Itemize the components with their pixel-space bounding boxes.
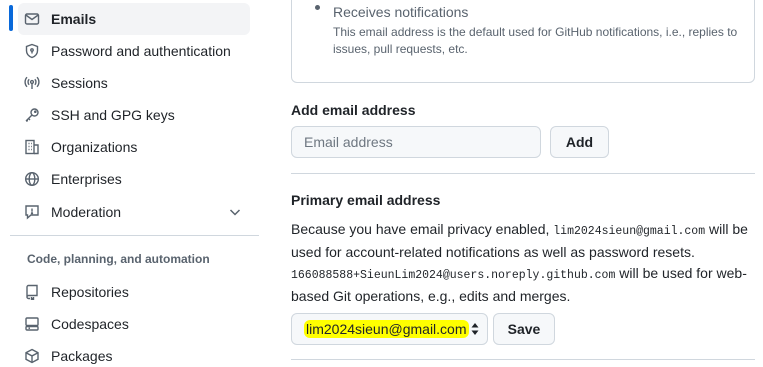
sidebar-item-password-authentication[interactable]: Password and authentication <box>18 35 250 67</box>
primary-email-select[interactable]: lim2024sieun@gmail.com <box>291 313 488 345</box>
active-indicator <box>9 5 13 31</box>
email-address-input[interactable] <box>291 126 541 158</box>
section-heading: Code, planning, and automation <box>27 252 210 266</box>
package-icon <box>24 348 40 364</box>
globe-icon <box>24 171 40 187</box>
receives-notifications-label: Receives notifications <box>333 4 469 20</box>
section-divider <box>291 173 755 174</box>
sidebar-item-label: SSH and GPG keys <box>51 107 175 123</box>
sidebar-item-organizations[interactable]: Organizations <box>18 131 250 163</box>
repo-icon <box>24 284 40 300</box>
sidebar-item-emails[interactable]: Emails <box>18 3 250 35</box>
description-text: Because you have email privacy enabled, <box>291 221 554 237</box>
primary-email-description: Because you have email privacy enabled, … <box>291 219 751 307</box>
bullet <box>315 5 320 10</box>
codespaces-icon <box>24 316 40 332</box>
section-divider <box>291 359 755 360</box>
organization-icon <box>24 139 40 155</box>
sidebar-item-label: Repositories <box>51 284 129 300</box>
noreply-email-code: 166088588+SieunLim2024@users.noreply.git… <box>291 269 616 282</box>
sidebar-item-repositories[interactable]: Repositories <box>18 276 250 308</box>
private-email-code: lim2024sieun@gmail.com <box>553 225 706 238</box>
email-address-card: Receives notifications This email addres… <box>291 0 755 83</box>
sidebar-item-ssh-gpg-keys[interactable]: SSH and GPG keys <box>18 99 250 131</box>
primary-email-heading: Primary email address <box>291 192 441 208</box>
sidebar-item-enterprises[interactable]: Enterprises <box>18 163 250 195</box>
sidebar-divider <box>10 235 259 236</box>
sidebar-item-label: Organizations <box>51 139 138 155</box>
sidebar-item-label: Enterprises <box>51 171 122 187</box>
save-button[interactable]: Save <box>493 313 555 345</box>
sidebar-item-label: Password and authentication <box>51 43 231 59</box>
add-email-button[interactable]: Add <box>550 126 609 158</box>
emails-settings-main: Receives notifications This email addres… <box>262 0 763 367</box>
settings-sidebar: Emails Password and authentication Sessi… <box>0 0 262 367</box>
chevron-down-icon[interactable] <box>228 205 242 219</box>
sidebar-item-label: Packages <box>51 348 113 364</box>
sidebar-item-codespaces[interactable]: Codespaces <box>18 308 250 340</box>
sidebar-item-packages[interactable]: Packages <box>18 340 250 367</box>
key-icon <box>24 107 40 123</box>
mail-icon <box>24 11 40 27</box>
sidebar-item-label: Codespaces <box>51 316 129 332</box>
receives-notifications-description: This email address is the default used f… <box>333 25 738 56</box>
sidebar-item-moderation[interactable]: Moderation <box>18 196 250 228</box>
sidebar-item-label: Sessions <box>51 75 108 91</box>
select-arrows-icon <box>470 322 480 336</box>
report-icon <box>24 204 40 220</box>
sidebar-item-sessions[interactable]: Sessions <box>18 67 250 99</box>
sidebar-item-label: Emails <box>51 11 97 27</box>
sidebar-item-label: Moderation <box>51 204 122 220</box>
shield-lock-icon <box>24 43 40 59</box>
broadcast-icon <box>24 75 40 91</box>
selected-email-value: lim2024sieun@gmail.com <box>304 320 469 338</box>
add-email-heading: Add email address <box>291 102 416 118</box>
